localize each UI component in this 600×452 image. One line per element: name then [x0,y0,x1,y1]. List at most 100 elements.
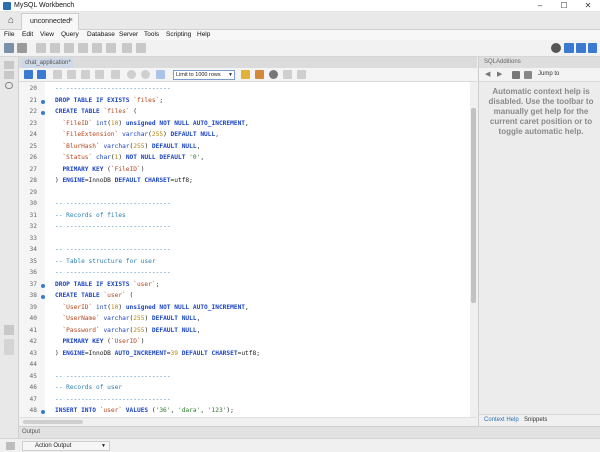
create-procedure-icon[interactable] [92,43,102,53]
menu-server[interactable]: Server [119,31,138,38]
line-number: 28 [29,177,37,184]
menu-scripting[interactable]: Scripting [166,31,191,38]
statement-marker-icon [41,99,45,104]
close-icon[interactable]: ✕ [576,0,600,12]
create-table-icon[interactable] [64,43,74,53]
home-icon[interactable]: ⌂ [5,15,17,26]
menu-file[interactable]: File [4,31,14,38]
beautify-icon[interactable] [241,70,250,79]
output-toggle-icon[interactable] [6,442,15,450]
code-line[interactable]: 20 -- ---------------------------- [19,85,469,97]
tab-connection[interactable]: unconnected × [21,13,79,30]
tab-sql-editor[interactable]: chat_application* [21,58,73,68]
collapse-arrows-icon[interactable] [4,325,14,335]
back-icon[interactable]: ◀ [485,70,490,78]
code-line[interactable]: 33 [19,235,469,247]
word-wrap-icon[interactable] [297,70,306,79]
schemas-icon[interactable] [4,71,14,79]
code-text: ) ENGINE=InnoDB AUTO_INCREMENT=39 DEFAUL… [55,349,260,357]
tab-snippets[interactable]: Snippets [524,417,547,423]
execute-statement-icon[interactable] [67,70,76,79]
code-line[interactable]: 30 -- ---------------------------- [19,200,469,212]
code-line[interactable]: 38 CREATE TABLE `user` ( [19,292,469,304]
toggle-sidebar-icon[interactable] [564,43,574,53]
output-panel-header[interactable]: Output [19,426,600,438]
new-sql-tab-icon[interactable] [4,43,14,53]
create-view-icon[interactable] [78,43,88,53]
stop-icon[interactable] [95,70,104,79]
editor-vertical-scrollbar[interactable] [470,82,477,417]
toggle-stop-on-error-icon[interactable] [111,70,120,79]
code-line[interactable]: 22 CREATE TABLE `files` ( [19,108,469,120]
execute-icon[interactable] [53,70,62,79]
open-sql-script-icon[interactable] [17,43,27,53]
code-line[interactable]: 36 -- ---------------------------- [19,269,469,281]
output-type-select[interactable]: Action Output ▼ [22,441,110,451]
menu-view[interactable]: View [40,31,54,38]
information-panel-icon[interactable] [4,339,14,355]
commit-icon[interactable] [127,70,136,79]
reconnect-icon[interactable] [136,43,146,53]
explain-icon[interactable] [81,70,90,79]
code-line[interactable]: 25 `BlurHash` varchar(255) DEFAULT NULL, [19,143,469,155]
save-icon[interactable] [37,70,46,79]
row-limit-select[interactable]: Limit to 1000 rows ▼ [173,70,235,80]
scrollbar-thumb[interactable] [471,108,476,303]
jump-to-label[interactable]: Jump to [538,71,559,77]
editor-horizontal-scrollbar[interactable] [19,417,477,426]
code-line[interactable]: 23 `FileID` int(10) unsigned NOT NULL AU… [19,120,469,132]
code-line[interactable]: 42 PRIMARY KEY (`UserID`) [19,338,469,350]
code-line[interactable]: 24 `FileExtension` varchar(255) DEFAULT … [19,131,469,143]
code-line[interactable]: 21 DROP TABLE IF EXISTS `files`; [19,97,469,109]
code-line[interactable]: 32 -- ---------------------------- [19,223,469,235]
sql-editor[interactable]: 20 -- ---------------------------- 21 DROP … [19,82,477,417]
code-line[interactable]: 27 PRIMARY KEY (`FileID`) [19,166,469,178]
code-line[interactable]: 46 -- Records of user [19,384,469,396]
tab-close-icon[interactable]: × [69,17,73,24]
manual-help-icon[interactable] [524,71,532,79]
code-line[interactable]: 31 -- Records of files [19,212,469,224]
schema-inspector-icon[interactable] [36,43,46,53]
magnifier-icon[interactable] [269,70,278,79]
toggle-auto-help-icon[interactable] [512,71,520,79]
code-line[interactable]: 29 [19,189,469,201]
find-replace-icon[interactable] [255,70,264,79]
line-number: 42 [29,338,37,345]
menu-tools[interactable]: Tools [144,31,159,38]
code-text: `Status` char(1) NOT NULL DEFAULT '0', [62,154,205,161]
search-table-data-icon[interactable] [122,43,132,53]
code-line[interactable]: 47 -- ---------------------------- [19,396,469,408]
code-line[interactable]: 39 `UserID` int(10) unsigned NOT NULL AU… [19,304,469,316]
maximize-icon[interactable]: ☐ [552,0,576,12]
code-line[interactable]: 45 -- ---------------------------- [19,373,469,385]
code-line[interactable]: 43) ENGINE=InnoDB AUTO_INCREMENT=39 DEFA… [19,350,469,362]
code-line[interactable]: 37 DROP TABLE IF EXISTS `user`; [19,281,469,293]
code-line[interactable]: 48 INSERT INTO `user` VALUES ('36', 'dara… [19,407,469,417]
code-line[interactable]: 34 -- ---------------------------- [19,246,469,258]
create-function-icon[interactable] [106,43,116,53]
invisible-chars-icon[interactable] [283,70,292,79]
code-line[interactable]: 26 `Status` char(1) NOT NULL DEFAULT '0'… [19,154,469,166]
code-line[interactable]: 44 [19,361,469,373]
forward-icon[interactable]: ▶ [497,70,502,78]
minimize-icon[interactable]: – [528,0,552,12]
code-line[interactable]: 35 -- Table structure for user [19,258,469,270]
menu-help[interactable]: Help [197,31,210,38]
gear-icon[interactable] [551,43,561,53]
rollback-icon[interactable] [141,70,150,79]
scrollbar-thumb[interactable] [23,420,83,424]
menu-query[interactable]: Query [61,31,79,38]
tab-context-help[interactable]: Context Help [484,417,519,423]
toggle-output-icon[interactable] [576,43,586,53]
search-icon[interactable] [5,82,13,89]
toggle-autocommit-icon[interactable] [156,70,165,79]
menu-database[interactable]: Database [87,31,115,38]
code-line[interactable]: 28) ENGINE=InnoDB DEFAULT CHARSET=utf8; [19,177,469,189]
navigator-toggle-icon[interactable] [4,61,14,69]
code-line[interactable]: 41 `Password` varchar(255) DEFAULT NULL, [19,327,469,339]
code-line[interactable]: 40 `UserName` varchar(255) DEFAULT NULL, [19,315,469,327]
toggle-secondary-sidebar-icon[interactable] [588,43,597,53]
menu-edit[interactable]: Edit [22,31,33,38]
open-file-icon[interactable] [24,70,33,79]
create-schema-icon[interactable] [50,43,60,53]
